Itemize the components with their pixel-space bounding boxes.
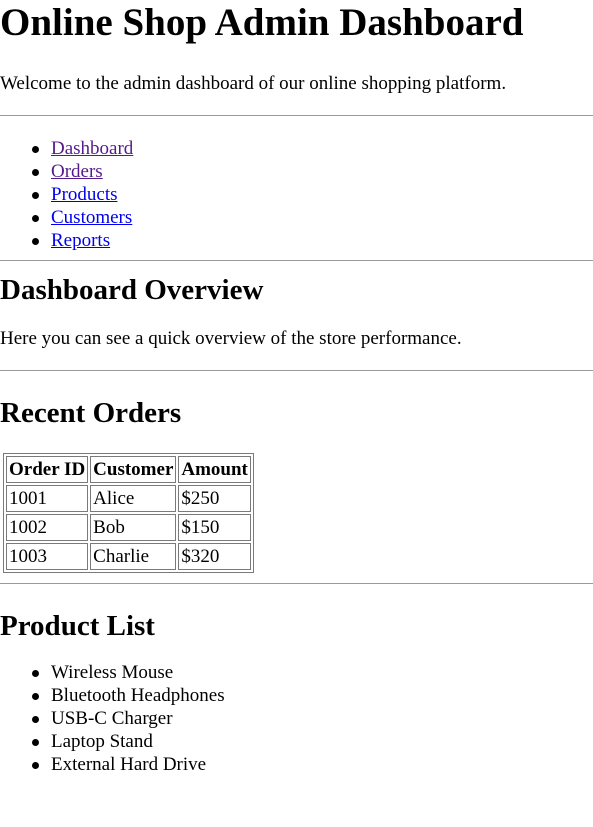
list-item: External Hard Drive xyxy=(32,753,593,776)
nav-link-reports[interactable]: Reports xyxy=(51,230,110,251)
list-item: Wireless Mouse xyxy=(32,661,593,684)
nav-item-dashboard: Dashboard xyxy=(32,137,593,160)
welcome-text: Welcome to the admin dashboard of our on… xyxy=(0,73,507,94)
amount-cell: $150 xyxy=(178,514,251,541)
main-nav: Dashboard Orders Products Customers Repo… xyxy=(0,137,593,252)
customer-cell: Alice xyxy=(90,485,177,512)
nav-link-orders[interactable]: Orders xyxy=(51,161,103,182)
nav-item-orders: Orders xyxy=(32,160,593,183)
nav-item-products: Products xyxy=(32,183,593,206)
column-header-order-id: Order ID xyxy=(6,456,89,483)
product-list: Wireless Mouse Bluetooth Headphones USB-… xyxy=(0,661,593,776)
amount-cell: $250 xyxy=(178,485,251,512)
recent-orders-table: Order ID Customer Amount 1001 Alice $250… xyxy=(3,453,254,573)
divider xyxy=(0,370,593,371)
list-item: USB-C Charger xyxy=(32,707,593,730)
list-item: Bluetooth Headphones xyxy=(32,684,593,707)
divider xyxy=(0,260,593,261)
order-id-cell: 1002 xyxy=(6,514,89,541)
amount-cell: $320 xyxy=(178,543,251,570)
customer-cell: Bob xyxy=(90,514,177,541)
nav-item-reports: Reports xyxy=(32,229,593,252)
page-title: Online Shop Admin Dashboard xyxy=(0,1,524,44)
list-item: Laptop Stand xyxy=(32,730,593,753)
product-list-heading: Product List xyxy=(0,610,155,642)
divider xyxy=(0,115,593,116)
recent-orders-heading: Recent Orders xyxy=(0,397,182,429)
column-header-customer: Customer xyxy=(90,456,177,483)
overview-text: Here you can see a quick overview of the… xyxy=(0,328,462,349)
order-id-cell: 1003 xyxy=(6,543,89,570)
order-id-cell: 1001 xyxy=(6,485,89,512)
nav-item-customers: Customers xyxy=(32,206,593,229)
nav-link-products[interactable]: Products xyxy=(51,184,118,205)
customer-cell: Charlie xyxy=(90,543,177,570)
divider xyxy=(0,583,593,584)
table-row: 1002 Bob $150 xyxy=(6,514,251,541)
nav-link-dashboard[interactable]: Dashboard xyxy=(51,138,133,159)
nav-link-customers[interactable]: Customers xyxy=(51,207,132,228)
column-header-amount: Amount xyxy=(178,456,251,483)
table-row: 1001 Alice $250 xyxy=(6,485,251,512)
table-row: 1003 Charlie $320 xyxy=(6,543,251,570)
table-header-row: Order ID Customer Amount xyxy=(6,456,251,483)
overview-heading: Dashboard Overview xyxy=(0,274,264,306)
